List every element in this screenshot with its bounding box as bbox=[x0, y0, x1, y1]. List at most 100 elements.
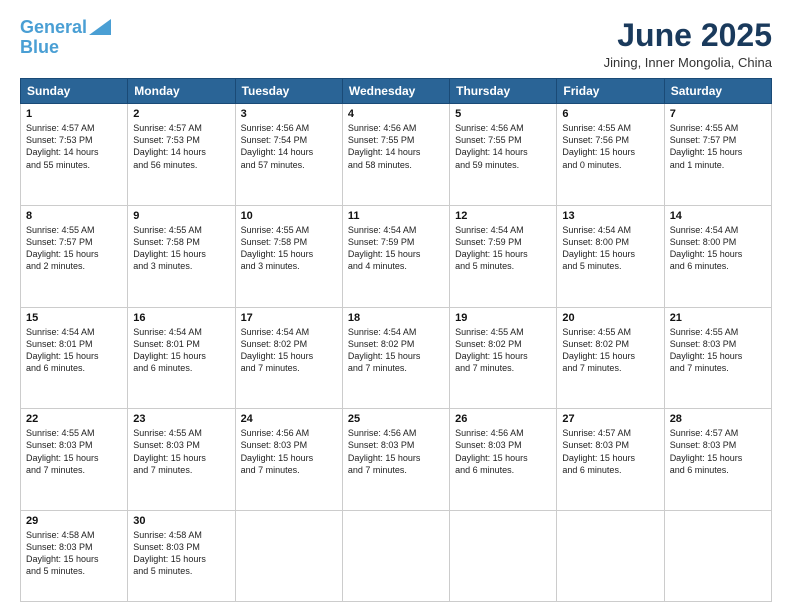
cell-line: and 7 minutes. bbox=[241, 362, 337, 374]
cell-line: and 57 minutes. bbox=[241, 159, 337, 171]
cell-line: Sunset: 7:53 PM bbox=[26, 134, 122, 146]
cell-content: Sunrise: 4:54 AMSunset: 8:02 PMDaylight:… bbox=[348, 326, 444, 375]
day-number: 4 bbox=[348, 108, 444, 120]
cell-line: Sunrise: 4:54 AM bbox=[562, 224, 658, 236]
calendar-cell: 24Sunrise: 4:56 AMSunset: 8:03 PMDayligh… bbox=[235, 409, 342, 511]
cell-line: Sunrise: 4:56 AM bbox=[348, 122, 444, 134]
cell-line: Daylight: 15 hours bbox=[26, 452, 122, 464]
cell-line: Daylight: 15 hours bbox=[348, 452, 444, 464]
cell-line: and 5 minutes. bbox=[26, 565, 122, 577]
cell-line: Sunrise: 4:54 AM bbox=[26, 326, 122, 338]
cell-line: Sunset: 7:53 PM bbox=[133, 134, 229, 146]
day-number: 25 bbox=[348, 413, 444, 425]
weekday-tuesday: Tuesday bbox=[235, 79, 342, 104]
cell-line: Daylight: 15 hours bbox=[562, 452, 658, 464]
calendar-cell bbox=[450, 511, 557, 602]
calendar-cell: 13 Sunrise: 4:54 AMSunset: 8:00 PMDayligh… bbox=[557, 205, 664, 307]
cell-line: Daylight: 15 hours bbox=[562, 248, 658, 260]
cell-content: Sunrise: 4:55 AMSunset: 7:57 PMDaylight:… bbox=[26, 224, 122, 273]
weekday-monday: Monday bbox=[128, 79, 235, 104]
calendar-table: SundayMondayTuesdayWednesdayThursdayFrid… bbox=[20, 78, 772, 602]
calendar-cell: 6Sunrise: 4:55 AMSunset: 7:56 PMDaylight… bbox=[557, 104, 664, 206]
calendar-cell: 25Sunrise: 4:56 AMSunset: 8:03 PMDayligh… bbox=[342, 409, 449, 511]
cell-line: Daylight: 15 hours bbox=[455, 248, 551, 260]
cell-line: Sunrise: 4:54 AM bbox=[348, 326, 444, 338]
cell-line: Sunset: 8:03 PM bbox=[133, 541, 229, 553]
calendar-cell: 21Sunrise: 4:55 AMSunset: 8:03 PMDayligh… bbox=[664, 307, 771, 409]
week-row-1: 1 Sunrise: 4:57 AMSunset: 7:53 PMDaylight… bbox=[21, 104, 772, 206]
calendar-cell: 2 Sunrise: 4:57 AMSunset: 7:53 PMDaylight… bbox=[128, 104, 235, 206]
cell-line: Sunrise: 4:54 AM bbox=[241, 326, 337, 338]
cell-content: Sunrise: 4:54 AMSunset: 8:02 PMDaylight:… bbox=[241, 326, 337, 375]
cell-line: and 6 minutes. bbox=[670, 260, 766, 272]
page: General Blue June 2025 Jining, Inner Mon… bbox=[0, 0, 792, 612]
calendar-cell: 16Sunrise: 4:54 AMSunset: 8:01 PMDayligh… bbox=[128, 307, 235, 409]
calendar-cell: 29Sunrise: 4:58 AMSunset: 8:03 PMDayligh… bbox=[21, 511, 128, 602]
weekday-thursday: Thursday bbox=[450, 79, 557, 104]
cell-line: Sunset: 7:57 PM bbox=[670, 134, 766, 146]
day-number: 14 bbox=[670, 210, 766, 222]
day-number: 13 bbox=[562, 210, 658, 222]
cell-line: Sunrise: 4:55 AM bbox=[562, 122, 658, 134]
cell-content: Sunrise: 4:56 AMSunset: 7:54 PMDaylight:… bbox=[241, 122, 337, 171]
week-row-3: 15 Sunrise: 4:54 AM Sunset: 8:01 PM Dayligh… bbox=[21, 307, 772, 409]
cell-line: Sunset: 8:03 PM bbox=[348, 439, 444, 451]
header: General Blue June 2025 Jining, Inner Mon… bbox=[20, 18, 772, 70]
cell-line: Sunset: 8:03 PM bbox=[26, 439, 122, 451]
cell-line: and 5 minutes. bbox=[562, 260, 658, 272]
cell-line: and 56 minutes. bbox=[133, 159, 229, 171]
cell-content: Sunrise: 4:56 AMSunset: 7:55 PMDaylight:… bbox=[455, 122, 551, 171]
day-number: 15 bbox=[26, 312, 122, 324]
cell-content: Sunrise: 4:56 AMSunset: 8:03 PMDaylight:… bbox=[455, 427, 551, 476]
cell-line: and 59 minutes. bbox=[455, 159, 551, 171]
weekday-friday: Friday bbox=[557, 79, 664, 104]
cell-line: Daylight: 15 hours bbox=[241, 350, 337, 362]
cell-line: Sunset: 8:01 PM bbox=[133, 338, 229, 350]
cell-line: Sunrise: 4:56 AM bbox=[241, 427, 337, 439]
cell-line: Sunset: 8:03 PM bbox=[241, 439, 337, 451]
calendar-cell: 27Sunrise: 4:57 AMSunset: 8:03 PMDayligh… bbox=[557, 409, 664, 511]
cell-content: Sunrise: 4:55 AMSunset: 7:58 PMDaylight:… bbox=[241, 224, 337, 273]
cell-content: Sunrise: 4:56 AMSunset: 7:55 PMDaylight:… bbox=[348, 122, 444, 171]
cell-line: and 1 minute. bbox=[670, 159, 766, 171]
cell-line: and 0 minutes. bbox=[562, 159, 658, 171]
cell-line: Daylight: 15 hours bbox=[133, 452, 229, 464]
cell-line: Daylight: 15 hours bbox=[133, 248, 229, 260]
cell-line: Daylight: 15 hours bbox=[670, 146, 766, 158]
cell-line: Sunset: 7:57 PM bbox=[26, 236, 122, 248]
cell-line: Daylight: 15 hours bbox=[26, 553, 122, 565]
cell-line: and 4 minutes. bbox=[348, 260, 444, 272]
cell-line: and 7 minutes. bbox=[241, 464, 337, 476]
calendar-cell: 7Sunrise: 4:55 AMSunset: 7:57 PMDaylight… bbox=[664, 104, 771, 206]
day-number: 17 bbox=[241, 312, 337, 324]
cell-line: and 55 minutes. bbox=[26, 159, 122, 171]
cell-line: and 6 minutes. bbox=[670, 464, 766, 476]
cell-line: and 7 minutes. bbox=[26, 464, 122, 476]
cell-content: Sunrise: 4:54 AMSunset: 8:00 PMDaylight:… bbox=[562, 224, 658, 273]
cell-line: Daylight: 15 hours bbox=[133, 553, 229, 565]
cell-content: Sunrise: 4:55 AMSunset: 7:58 PMDaylight:… bbox=[133, 224, 229, 273]
day-number: 30 bbox=[133, 515, 229, 527]
cell-line: Daylight: 14 hours bbox=[348, 146, 444, 158]
cell-line: Daylight: 14 hours bbox=[241, 146, 337, 158]
calendar-cell bbox=[342, 511, 449, 602]
month-title: June 2025 bbox=[604, 18, 772, 53]
cell-line: Daylight: 15 hours bbox=[348, 248, 444, 260]
weekday-wednesday: Wednesday bbox=[342, 79, 449, 104]
cell-content: Sunrise: 4:57 AMSunset: 8:03 PMDaylight:… bbox=[670, 427, 766, 476]
calendar-cell: 10Sunrise: 4:55 AMSunset: 7:58 PMDayligh… bbox=[235, 205, 342, 307]
calendar-cell: 19Sunrise: 4:55 AMSunset: 8:02 PMDayligh… bbox=[450, 307, 557, 409]
calendar-cell: 14Sunrise: 4:54 AMSunset: 8:00 PMDayligh… bbox=[664, 205, 771, 307]
day-number: 2 bbox=[133, 108, 229, 120]
cell-line: Sunrise: 4:58 AM bbox=[26, 529, 122, 541]
cell-line: Daylight: 14 hours bbox=[26, 146, 122, 158]
calendar-cell bbox=[557, 511, 664, 602]
cell-line: Sunset: 8:02 PM bbox=[455, 338, 551, 350]
day-number: 29 bbox=[26, 515, 122, 527]
cell-line: and 7 minutes. bbox=[348, 362, 444, 374]
day-number: 9 bbox=[133, 210, 229, 222]
cell-content: Sunrise: 4:57 AMSunset: 7:53 PMDaylight:… bbox=[133, 122, 229, 171]
day-number: 1 bbox=[26, 108, 122, 120]
cell-line: Sunset: 7:55 PM bbox=[348, 134, 444, 146]
cell-line: Sunrise: 4:55 AM bbox=[26, 427, 122, 439]
